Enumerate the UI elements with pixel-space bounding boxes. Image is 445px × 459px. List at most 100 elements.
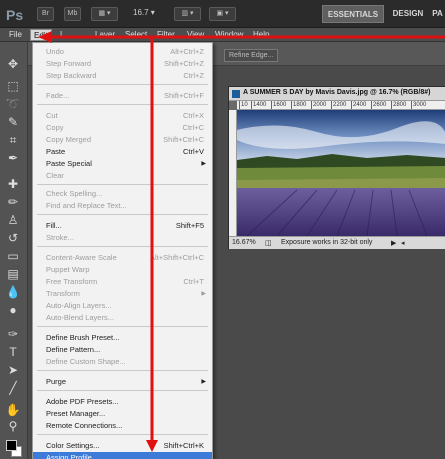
photoshop-logo: Ps	[6, 7, 24, 23]
eraser-tool-icon[interactable]: ▭	[4, 248, 22, 264]
menu-item-cut[interactable]: Cut Ctrl+X	[33, 110, 212, 122]
move-tool-icon[interactable]: ✥	[4, 56, 22, 72]
menu-view[interactable]: View	[184, 29, 207, 41]
zoom-tool-icon[interactable]: ⚲	[4, 418, 22, 434]
eyedropper-tool-icon[interactable]: ✒	[4, 150, 22, 166]
menu-item-transform[interactable]: Transform ▶	[33, 288, 212, 300]
hand-tool-icon[interactable]: ✋	[4, 402, 22, 418]
menu-item-paste-special[interactable]: Paste Special ▶	[33, 158, 212, 170]
status-menu-arrow-icon[interactable]: ▶	[391, 239, 396, 247]
ruler-tick: 2400	[351, 101, 367, 109]
blur-tool-icon[interactable]: 💧	[4, 284, 22, 300]
marquee-tool-icon[interactable]: ⬚	[4, 78, 22, 94]
refine-edge-button[interactable]: Refine Edge...	[224, 49, 279, 62]
vertical-ruler[interactable]	[229, 110, 237, 236]
menu-item-fill[interactable]: Fill... Shift+F5	[33, 220, 212, 232]
menu-item-label: Transform	[46, 289, 80, 298]
path-selection-tool-icon[interactable]: ➤	[4, 362, 22, 378]
menu-item-define-pattern[interactable]: Define Pattern...	[33, 344, 212, 356]
shape-tool-icon[interactable]: ╱	[4, 380, 22, 396]
menu-image[interactable]: I	[57, 29, 65, 41]
menu-item-define-brush-preset[interactable]: Define Brush Preset...	[33, 332, 212, 344]
scroll-left-icon[interactable]: ◂	[401, 239, 405, 247]
menu-help[interactable]: Help	[250, 29, 272, 41]
menu-select[interactable]: Select	[122, 29, 150, 41]
menu-item-clear[interactable]: Clear	[33, 170, 212, 182]
ruler-tick: 2600	[371, 101, 387, 109]
document-canvas[interactable]	[237, 110, 445, 236]
dodge-tool-icon[interactable]: ●	[4, 302, 22, 318]
menu-item-puppet-warp[interactable]: Puppet Warp	[33, 264, 212, 276]
menu-layer[interactable]: Layer	[92, 29, 118, 41]
menu-filter[interactable]: Filter	[154, 29, 178, 41]
menu-item-stroke[interactable]: Stroke...	[33, 232, 212, 244]
type-tool-icon[interactable]: T	[4, 344, 22, 360]
document-title: A SUMMER S DAY by Mavis Davis.jpg @ 16.7…	[243, 89, 431, 96]
menu-item-auto-align-layers[interactable]: Auto-Align Layers...	[33, 300, 212, 312]
menu-item-fade[interactable]: Fade... Shift+Ctrl+F	[33, 90, 212, 102]
arrange-documents-dropdown[interactable]: ▥ ▾	[174, 7, 201, 21]
ruler-tick: 1400	[251, 101, 267, 109]
view-extras-dropdown[interactable]: ▦ ▾	[91, 7, 118, 21]
menu-item-content-aware-scale[interactable]: Content-Aware Scale Alt+Shift+Ctrl+C	[33, 252, 212, 264]
status-info-icon[interactable]: ◫	[265, 239, 272, 247]
menu-item-purge[interactable]: Purge ▶	[33, 376, 212, 388]
menu-item-step-backward[interactable]: Step Backward Ctrl+Z	[33, 70, 212, 82]
crop-tool-icon[interactable]: ⌗	[4, 132, 22, 148]
menu-bar: File Edit I Layer Select Filter View Win…	[0, 28, 445, 42]
menu-item-copy[interactable]: Copy Ctrl+C	[33, 122, 212, 134]
menu-item-shortcut: Ctrl+T	[183, 277, 204, 286]
menu-item-label: Copy	[46, 123, 64, 132]
menu-item-label: Check Spelling...	[46, 189, 103, 198]
menu-item-find-and-replace-text[interactable]: Find and Replace Text...	[33, 200, 212, 212]
menu-item-adobe-pdf-presets[interactable]: Adobe PDF Presets...	[33, 396, 212, 408]
gradient-tool-icon[interactable]: ▤	[4, 266, 22, 282]
menu-item-shortcut: Alt+Ctrl+Z	[170, 47, 204, 56]
history-brush-tool-icon[interactable]: ↺	[4, 230, 22, 246]
workspace-design[interactable]: DESIGN	[388, 5, 428, 23]
clone-stamp-tool-icon[interactable]: ♙	[4, 212, 22, 228]
menu-separator	[37, 104, 208, 105]
workspace-painting[interactable]: PA	[430, 5, 445, 23]
menu-item-undo[interactable]: Undo Alt+Ctrl+Z	[33, 46, 212, 58]
menu-window[interactable]: Window	[212, 29, 246, 41]
menu-item-paste[interactable]: Paste Ctrl+V	[33, 146, 212, 158]
menu-item-copy-merged[interactable]: Copy Merged Shift+Ctrl+C	[33, 134, 212, 146]
menu-edit[interactable]: Edit	[30, 29, 52, 41]
menu-item-auto-blend-layers[interactable]: Auto-Blend Layers...	[33, 312, 212, 324]
menu-item-step-forward[interactable]: Step Forward Shift+Ctrl+Z	[33, 58, 212, 70]
healing-brush-tool-icon[interactable]: ✚	[4, 176, 22, 192]
menu-separator	[37, 434, 208, 435]
horizontal-ruler[interactable]: 10 1400 1600 1800 2000 2200 2400 2600 28…	[237, 101, 445, 110]
bridge-button[interactable]: Br	[37, 7, 54, 21]
foreground-color-swatch[interactable]	[6, 440, 17, 451]
menu-item-free-transform[interactable]: Free Transform Ctrl+T	[33, 276, 212, 288]
menu-separator	[37, 184, 208, 185]
brush-tool-icon[interactable]: ✏	[4, 194, 22, 210]
menu-file[interactable]: File	[6, 29, 25, 41]
pen-tool-icon[interactable]: ✑	[4, 326, 22, 342]
quick-selection-tool-icon[interactable]: ✎	[4, 114, 22, 130]
screen-mode-dropdown[interactable]: ▣ ▾	[209, 7, 236, 21]
ruler-tick: 1600	[271, 101, 287, 109]
lasso-tool-icon[interactable]: ➰	[4, 96, 22, 112]
workspace-essentials[interactable]: ESSENTIALS	[322, 5, 384, 23]
menu-item-label: Adobe PDF Presets...	[46, 397, 119, 406]
menu-item-color-settings[interactable]: Color Settings... Shift+Ctrl+K	[33, 440, 212, 452]
lavender-field-photo	[237, 110, 445, 236]
document-tab[interactable]: A SUMMER S DAY by Mavis Davis.jpg @ 16.7…	[229, 87, 445, 101]
menu-item-preset-manager[interactable]: Preset Manager...	[33, 408, 212, 420]
zoom-level[interactable]: 16.7 ▾	[133, 8, 155, 17]
menu-item-remote-connections[interactable]: Remote Connections...	[33, 420, 212, 432]
minibridge-button[interactable]: Mb	[64, 7, 81, 21]
menu-item-shortcut: Alt+Shift+Ctrl+C	[150, 253, 204, 262]
ruler-tick: 2200	[331, 101, 347, 109]
menu-item-assign-profile[interactable]: Assign Profile...	[33, 452, 212, 459]
menu-item-define-custom-shape[interactable]: Define Custom Shape...	[33, 356, 212, 368]
menu-item-label: Auto-Align Layers...	[46, 301, 112, 310]
menu-item-check-spelling[interactable]: Check Spelling...	[33, 188, 212, 200]
menu-item-label: Free Transform	[46, 277, 98, 286]
status-zoom[interactable]: 16.67%	[232, 239, 256, 246]
menu-separator	[37, 214, 208, 215]
menu-separator	[37, 326, 208, 327]
